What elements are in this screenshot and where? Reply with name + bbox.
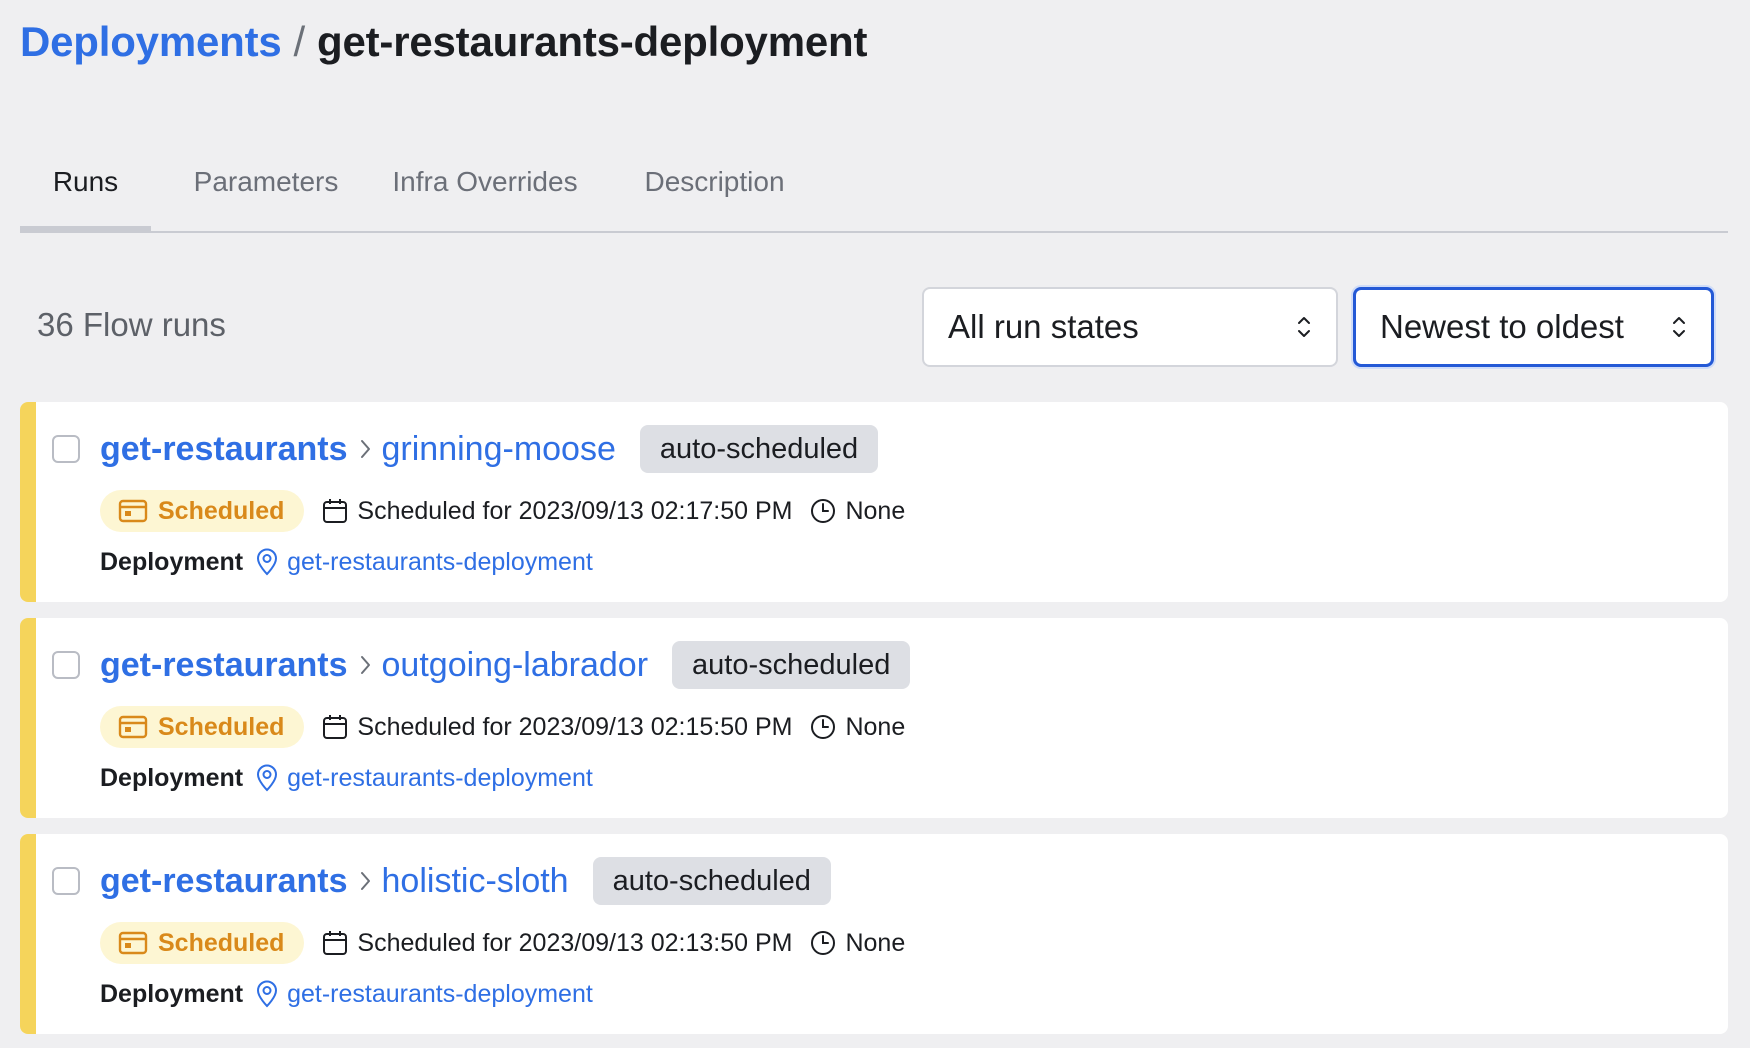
map-pin-icon [257, 764, 278, 792]
breadcrumb-separator: / [293, 18, 306, 65]
state-badge: Scheduled [100, 706, 305, 748]
calendar-card-icon [118, 499, 148, 523]
flow-name-link[interactable]: get-restaurants [100, 862, 348, 901]
scheduled-time-text: Scheduled for 2023/09/13 02:13:50 PM [357, 928, 793, 957]
scheduled-time: Scheduled for 2023/09/13 02:15:50 PM [322, 713, 792, 742]
tab-bar: Runs Parameters Infra Overrides Descript… [20, 132, 1728, 233]
select-run-checkbox[interactable] [52, 435, 80, 463]
state-badge: Scheduled [100, 490, 305, 532]
duration-text: None [845, 496, 906, 525]
flow-run-name-link[interactable]: holistic-sloth [382, 862, 569, 901]
tab-runs[interactable]: Runs [20, 132, 151, 233]
chevron-right-icon [360, 656, 370, 674]
sort-order-select[interactable]: Newest to oldest [1353, 287, 1714, 367]
tab-infra-overrides[interactable]: Infra Overrides [380, 132, 590, 231]
calendar-card-icon [118, 931, 148, 955]
calendar-icon [323, 931, 348, 955]
run-tag: auto-scheduled [592, 857, 831, 905]
run-duration: None [810, 929, 905, 958]
state-label: Scheduled [158, 712, 285, 741]
calendar-icon [323, 499, 348, 523]
flow-name-link[interactable]: get-restaurants [100, 430, 348, 469]
scheduled-time-text: Scheduled for 2023/09/13 02:17:50 PM [357, 496, 793, 525]
tab-description[interactable]: Description [632, 132, 797, 231]
map-pin-icon [257, 548, 278, 576]
run-state-filter-value: All run states [948, 308, 1139, 345]
state-label: Scheduled [158, 928, 285, 957]
select-run-checkbox[interactable] [52, 867, 80, 895]
sort-order-value: Newest to oldest [1380, 308, 1624, 345]
deployment-label: Deployment [100, 547, 244, 576]
chevron-right-icon [360, 440, 370, 458]
run-tag: auto-scheduled [639, 425, 879, 473]
page-title: get-restaurants-deployment [317, 18, 868, 65]
run-duration: None [810, 497, 905, 526]
breadcrumb-deployments-link[interactable]: Deployments [20, 18, 282, 65]
breadcrumb: Deployments / get-restaurants-deployment [20, 18, 867, 66]
deployment-label: Deployment [100, 763, 244, 792]
flow-run-name-link[interactable]: outgoing-labrador [382, 646, 649, 685]
run-state-filter-select[interactable]: All run states [922, 287, 1338, 367]
state-color-bar [20, 834, 36, 1034]
flow-name-link[interactable]: get-restaurants [100, 646, 348, 685]
run-tag: auto-scheduled [672, 641, 911, 689]
flow-run-name-link[interactable]: grinning-moose [382, 430, 616, 469]
flow-run-card: get-restaurants outgoing-labrador auto-s… [20, 618, 1728, 818]
deployment-link[interactable]: get-restaurants-deployment [287, 548, 593, 577]
duration-text: None [845, 928, 906, 957]
scheduled-time: Scheduled for 2023/09/13 02:13:50 PM [322, 929, 792, 958]
clock-icon [811, 931, 836, 955]
state-color-bar [20, 402, 36, 602]
state-badge: Scheduled [100, 922, 305, 964]
calendar-card-icon [118, 715, 148, 739]
duration-text: None [845, 712, 906, 741]
clock-icon [811, 715, 836, 739]
chevron-up-down-icon [1298, 317, 1310, 337]
flow-run-card: get-restaurants grinning-moose auto-sche… [20, 402, 1728, 602]
flow-runs-count: 36 Flow runs [37, 306, 226, 343]
state-label: Scheduled [158, 496, 285, 525]
calendar-icon [323, 715, 348, 739]
select-run-checkbox[interactable] [52, 651, 80, 679]
state-color-bar [20, 618, 36, 818]
chevron-right-icon [360, 872, 370, 890]
clock-icon [811, 499, 836, 523]
scheduled-time: Scheduled for 2023/09/13 02:17:50 PM [322, 497, 792, 526]
deployment-link[interactable]: get-restaurants-deployment [287, 764, 593, 793]
flow-run-card: get-restaurants holistic-sloth auto-sche… [20, 834, 1728, 1034]
chevron-up-down-icon [1673, 317, 1685, 337]
run-duration: None [810, 713, 905, 742]
tab-parameters[interactable]: Parameters [186, 132, 346, 231]
deployment-label: Deployment [100, 979, 244, 1008]
deployment-link[interactable]: get-restaurants-deployment [287, 980, 593, 1009]
scheduled-time-text: Scheduled for 2023/09/13 02:15:50 PM [357, 712, 793, 741]
map-pin-icon [257, 980, 278, 1008]
